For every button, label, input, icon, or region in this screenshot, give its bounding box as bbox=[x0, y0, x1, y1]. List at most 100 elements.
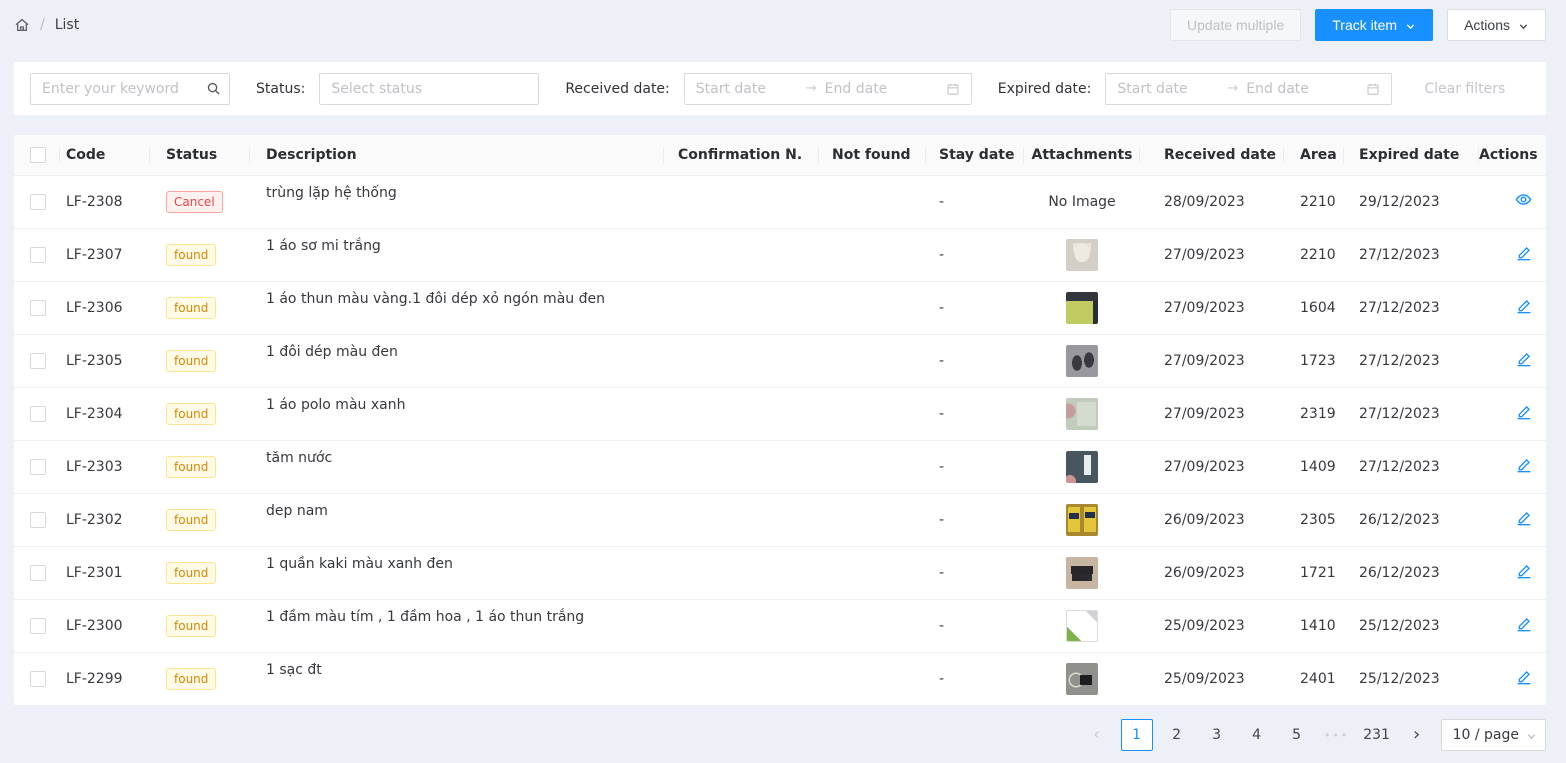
column-header-attachments[interactable]: Attachments bbox=[1024, 135, 1140, 175]
row-checkbox[interactable] bbox=[30, 247, 46, 263]
calendar-icon bbox=[1366, 82, 1380, 96]
pagination-ellipsis[interactable]: ••• bbox=[1321, 729, 1353, 742]
column-header-received-date[interactable]: Received date bbox=[1140, 135, 1284, 175]
confirmation-cell bbox=[664, 493, 819, 546]
status-badge: found bbox=[166, 403, 216, 425]
code-cell: LF-2307 bbox=[60, 228, 150, 281]
row-checkbox[interactable] bbox=[30, 565, 46, 581]
pagination: ‹12345 ••• 231›10 / page bbox=[14, 719, 1546, 751]
row-checkbox[interactable] bbox=[30, 671, 46, 687]
edit-action-icon[interactable] bbox=[1516, 404, 1532, 420]
track-item-button[interactable]: Track item bbox=[1315, 9, 1433, 41]
page-button-231[interactable]: 231 bbox=[1361, 719, 1393, 751]
table-row: LF-2299found1 sạc đt-25/09/2023240125/12… bbox=[14, 652, 1546, 705]
attachment-thumbnail[interactable] bbox=[1066, 292, 1098, 324]
confirmation-cell bbox=[664, 334, 819, 387]
home-icon[interactable] bbox=[14, 17, 30, 33]
breadcrumb-current[interactable]: List bbox=[55, 17, 79, 33]
description-cell: trùng lặp hệ thống bbox=[250, 175, 664, 228]
table-row: LF-2307found1 áo sơ mi trắng-27/09/20232… bbox=[14, 228, 1546, 281]
search-icon[interactable] bbox=[206, 81, 221, 100]
edit-action-icon[interactable] bbox=[1516, 351, 1532, 367]
status-select[interactable]: Select status bbox=[319, 73, 539, 105]
expired-date-cell: 27/12/2023 bbox=[1344, 228, 1479, 281]
attachment-thumbnail[interactable] bbox=[1066, 451, 1098, 483]
column-header-not-found[interactable]: Not found bbox=[819, 135, 926, 175]
view-action-icon[interactable] bbox=[1515, 191, 1532, 208]
edit-action-icon[interactable] bbox=[1516, 563, 1532, 579]
row-checkbox[interactable] bbox=[30, 194, 46, 210]
description-cell: 1 đôi dép màu đen bbox=[250, 334, 664, 387]
page-button-2[interactable]: 2 bbox=[1161, 719, 1193, 751]
not-found-cell bbox=[819, 228, 926, 281]
top-bar: / List Update multiple Track item Action… bbox=[0, 0, 1566, 50]
attachment-thumbnail[interactable] bbox=[1066, 663, 1098, 695]
received-date-range-picker[interactable]: → bbox=[684, 73, 972, 105]
code-cell: LF-2302 bbox=[60, 493, 150, 546]
column-header-area[interactable]: Area bbox=[1284, 135, 1344, 175]
actions-button[interactable]: Actions bbox=[1447, 9, 1546, 41]
page-button-3[interactable]: 3 bbox=[1201, 719, 1233, 751]
attachment-thumbnail[interactable] bbox=[1066, 345, 1098, 377]
received-start-input[interactable] bbox=[696, 81, 798, 97]
row-checkbox[interactable] bbox=[30, 618, 46, 634]
column-header-stay-date[interactable]: Stay date bbox=[926, 135, 1024, 175]
keyword-input[interactable] bbox=[30, 73, 230, 105]
received-date-label: Received date: bbox=[565, 81, 669, 97]
expired-date-range-picker[interactable]: → bbox=[1105, 73, 1392, 105]
page-size-select[interactable]: 10 / page bbox=[1441, 719, 1546, 751]
area-cell: 2319 bbox=[1284, 387, 1344, 440]
attachment-thumbnail[interactable] bbox=[1066, 557, 1098, 589]
code-cell: LF-2306 bbox=[60, 281, 150, 334]
area-cell: 2305 bbox=[1284, 493, 1344, 546]
edit-action-icon[interactable] bbox=[1516, 510, 1532, 526]
expired-end-input[interactable] bbox=[1246, 81, 1348, 97]
expired-start-input[interactable] bbox=[1117, 81, 1219, 97]
table-row: LF-2305found1 đôi dép màu đen-27/09/2023… bbox=[14, 334, 1546, 387]
row-checkbox[interactable] bbox=[30, 512, 46, 528]
no-image-label: No Image bbox=[1048, 194, 1115, 210]
row-checkbox[interactable] bbox=[30, 300, 46, 316]
update-multiple-button[interactable]: Update multiple bbox=[1170, 9, 1301, 41]
page-button-1[interactable]: 1 bbox=[1121, 719, 1153, 751]
row-checkbox[interactable] bbox=[30, 459, 46, 475]
status-badge: Cancel bbox=[166, 191, 223, 213]
description-cell: 1 đầm màu tím , 1 đầm hoa , 1 áo thun tr… bbox=[250, 599, 664, 652]
attachment-thumbnail[interactable] bbox=[1066, 504, 1098, 536]
breadcrumb: / List bbox=[14, 17, 79, 33]
next-page-button[interactable]: › bbox=[1401, 719, 1433, 751]
row-checkbox[interactable] bbox=[30, 353, 46, 369]
page-button-4[interactable]: 4 bbox=[1241, 719, 1273, 751]
column-header-status[interactable]: Status bbox=[150, 135, 250, 175]
chevron-down-icon bbox=[1518, 21, 1529, 32]
table-body: LF-2308Canceltrùng lặp hệ thống-No Image… bbox=[14, 175, 1546, 705]
code-cell: LF-2303 bbox=[60, 440, 150, 493]
area-cell: 1721 bbox=[1284, 546, 1344, 599]
stay-date-cell: - bbox=[926, 599, 1024, 652]
column-header-confirmation[interactable]: Confirmation N. bbox=[664, 135, 819, 175]
column-header-expired-date[interactable]: Expired date bbox=[1344, 135, 1479, 175]
attachment-thumbnail[interactable] bbox=[1066, 398, 1098, 430]
select-all-checkbox[interactable] bbox=[30, 147, 46, 163]
received-end-input[interactable] bbox=[825, 81, 927, 97]
page-button-5[interactable]: 5 bbox=[1281, 719, 1313, 751]
edit-action-icon[interactable] bbox=[1516, 298, 1532, 314]
edit-action-icon[interactable] bbox=[1516, 245, 1532, 261]
edit-action-icon[interactable] bbox=[1516, 616, 1532, 632]
expired-date-cell: 26/12/2023 bbox=[1344, 546, 1479, 599]
attachment-thumbnail[interactable] bbox=[1066, 610, 1098, 642]
attachment-thumbnail[interactable] bbox=[1066, 239, 1098, 271]
edit-action-icon[interactable] bbox=[1516, 457, 1532, 473]
not-found-cell bbox=[819, 175, 926, 228]
prev-page-button[interactable]: ‹ bbox=[1081, 719, 1113, 751]
not-found-cell bbox=[819, 387, 926, 440]
edit-action-icon[interactable] bbox=[1516, 669, 1532, 685]
table-header-row: Code Status Description Confirmation N. … bbox=[14, 135, 1546, 175]
column-header-code[interactable]: Code bbox=[60, 135, 150, 175]
received-date-cell: 25/09/2023 bbox=[1140, 652, 1284, 705]
calendar-icon bbox=[946, 82, 960, 96]
row-checkbox[interactable] bbox=[30, 406, 46, 422]
clear-filters-button[interactable]: Clear filters bbox=[1424, 81, 1505, 97]
column-header-description[interactable]: Description bbox=[250, 135, 664, 175]
stay-date-cell: - bbox=[926, 281, 1024, 334]
